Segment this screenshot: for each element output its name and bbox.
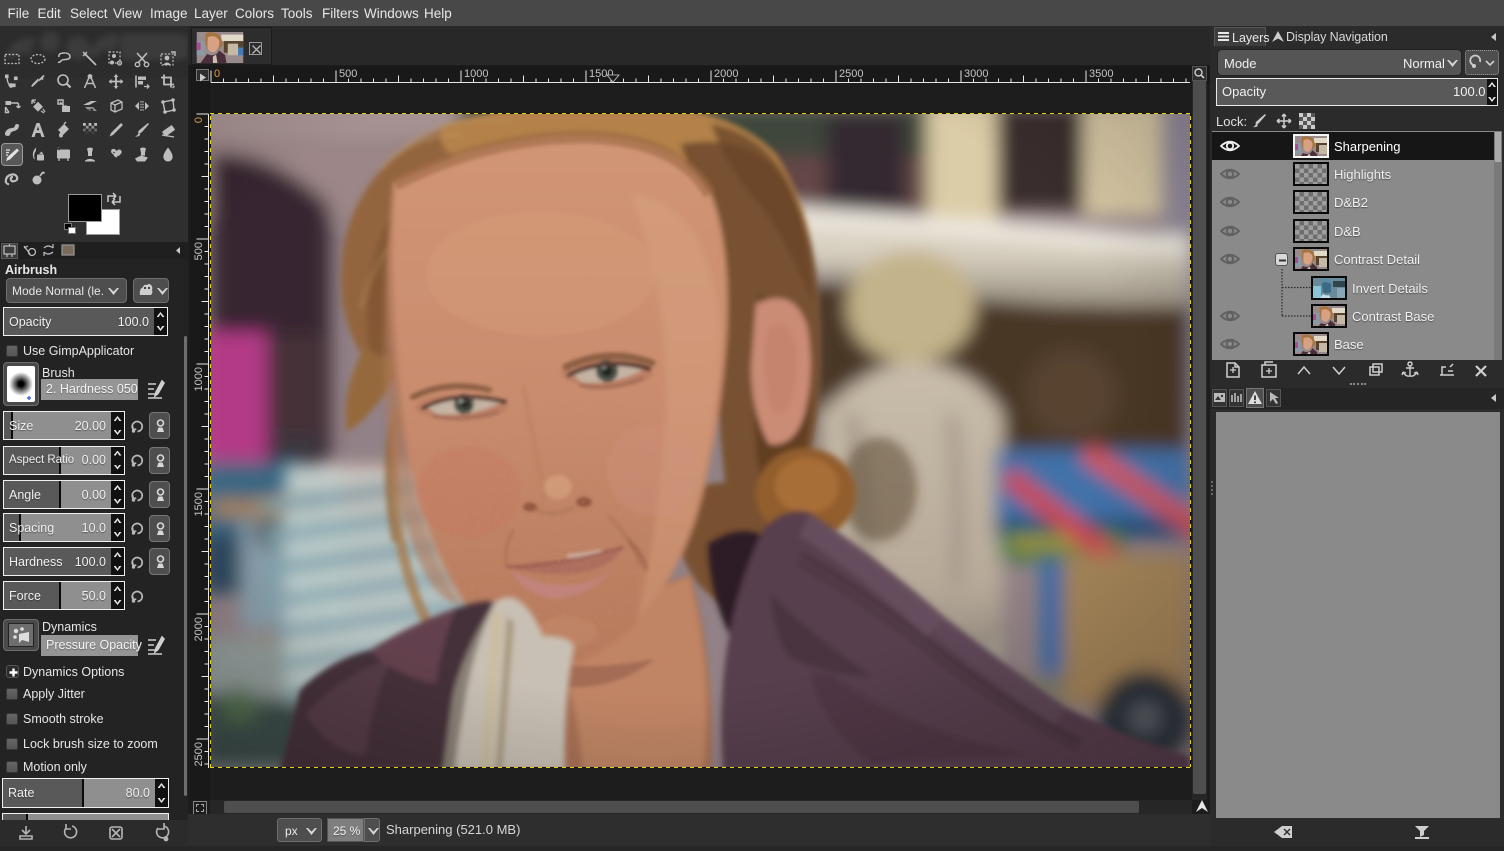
svg-text:500: 500 (339, 68, 357, 80)
svg-text:1000: 1000 (464, 68, 488, 80)
svg-text:500: 500 (193, 242, 205, 260)
svg-text:2000: 2000 (193, 617, 205, 641)
svg-text:2000: 2000 (714, 68, 738, 80)
svg-text:2500: 2500 (839, 68, 863, 80)
svg-text:1500: 1500 (193, 492, 205, 516)
svg-text:0: 0 (214, 68, 220, 80)
svg-text:3500: 3500 (1089, 68, 1113, 80)
svg-text:3000: 3000 (964, 68, 988, 80)
svg-text:0: 0 (193, 117, 205, 123)
svg-text:2500: 2500 (193, 742, 205, 766)
svg-text:1000: 1000 (193, 367, 205, 391)
